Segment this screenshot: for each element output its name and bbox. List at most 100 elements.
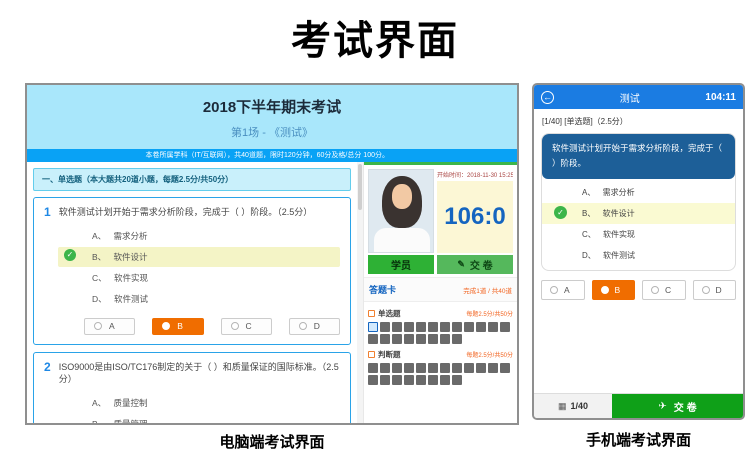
mobile-body: [1/40] [单选题]（2.5分） 软件测试计划开始于需求分析阶段，完成于（ … (534, 109, 743, 393)
submit-paper-button[interactable]: ✎ 交 卷 (437, 255, 513, 274)
answer-button[interactable]: C (642, 280, 686, 300)
option-row[interactable]: ✓ B、 质量管理 (58, 414, 340, 423)
question-number-cell[interactable] (440, 334, 450, 344)
question-number: 1 (44, 206, 51, 219)
section-score: 每题2.5分/共50分 (466, 350, 513, 359)
option-row[interactable]: ✓ B、 软件设计 (58, 247, 340, 267)
option-row[interactable]: ✓ D、 软件测试 (542, 245, 735, 266)
scrollbar[interactable] (357, 162, 363, 423)
option-row[interactable]: ✓ B、 软件设计 (542, 203, 735, 224)
question-number-cell[interactable] (416, 363, 426, 373)
question-number-cell[interactable] (380, 363, 390, 373)
panel-info: 开始时间：2018-11-30 15:25:00 106:0 (434, 169, 513, 253)
question-number-cell[interactable] (452, 363, 462, 373)
section-type-icon (368, 351, 375, 358)
question-number-cell[interactable] (416, 375, 426, 385)
option-letter: D、 (92, 294, 107, 304)
check-icon: ✓ (554, 206, 567, 219)
option-row[interactable]: ✓ A、 需求分析 (542, 182, 735, 203)
question-number-cell[interactable] (404, 334, 414, 344)
question-number-cell[interactable] (464, 363, 474, 373)
question-number-cell[interactable] (380, 375, 390, 385)
question-2: 2 ISO9000是由ISO/TC176制定的关于（ ）和质量保证的国际标准。（… (33, 352, 351, 423)
desktop-caption: 电脑端考试界面 (25, 431, 519, 452)
option-text: 软件测试 (114, 294, 148, 304)
answer-button[interactable]: B (152, 318, 203, 335)
section-label-group: 判断题 (368, 349, 401, 360)
question-number-cell[interactable] (440, 375, 450, 385)
answer-button[interactable]: C (221, 318, 272, 335)
question-number-cell[interactable] (368, 322, 378, 332)
option-row[interactable]: ✓ C、 软件实现 (542, 224, 735, 245)
question-1-answer-buttons: A B C D (84, 318, 340, 335)
question-number-cell[interactable] (452, 322, 462, 332)
answer-card-title: 答题卡 (369, 283, 396, 296)
answer-button[interactable]: D (693, 280, 737, 300)
question-number-cell[interactable] (440, 322, 450, 332)
question-number-cell[interactable] (476, 363, 486, 373)
section-type-icon (368, 310, 375, 317)
option-row[interactable]: ✓ D、 软件测试 (58, 289, 340, 309)
back-icon[interactable]: ← (541, 91, 554, 104)
radio-icon (231, 322, 239, 330)
mobile-caption: 手机端考试界面 (532, 429, 745, 450)
mobile-answer-buttons: A B C D (541, 280, 736, 300)
question-number-cell[interactable] (464, 322, 474, 332)
question-number-cell[interactable] (368, 334, 378, 344)
answer-letter: C (246, 321, 252, 331)
scrollbar-thumb[interactable] (358, 164, 362, 210)
option-row[interactable]: ✓ A、 需求分析 (58, 226, 340, 246)
question-number-cell[interactable] (392, 363, 402, 373)
question-number-cell[interactable] (392, 322, 402, 332)
question-number-cell[interactable] (380, 322, 390, 332)
question-number-cell[interactable] (404, 322, 414, 332)
question-number-cell[interactable] (452, 334, 462, 344)
answer-card-section-row: 单选题 每题2.5分/共50分 (368, 308, 513, 319)
answer-letter: A (564, 285, 570, 295)
answer-button[interactable]: A (84, 318, 135, 335)
question-number-cell[interactable] (488, 363, 498, 373)
option-row[interactable]: ✓ C、 软件实现 (58, 268, 340, 288)
question-number-cell[interactable] (392, 375, 402, 385)
question-number-cell[interactable] (380, 334, 390, 344)
answer-card-progress: 完成1道 / 共40道 (463, 285, 512, 295)
question-number-cell[interactable] (428, 363, 438, 373)
question-number-cell[interactable] (452, 375, 462, 385)
question-number-cell[interactable] (476, 322, 486, 332)
exam-side-panel: 开始时间：2018-11-30 15:25:00 106:0 学员 ✎ 交 卷 … (363, 162, 517, 423)
mobile-header: ← 测试 104:11 (534, 85, 743, 109)
option-letter: B、 (92, 252, 106, 262)
question-number-cell[interactable] (404, 363, 414, 373)
mobile-submit-button[interactable]: ✈ 交 卷 (612, 394, 743, 418)
question-number-cell[interactable] (500, 322, 510, 332)
answer-card-toggle[interactable]: ▦ 1/40 (534, 394, 612, 418)
question-number-cell[interactable] (428, 334, 438, 344)
answer-button[interactable]: B (592, 280, 636, 300)
photo-face (392, 184, 412, 209)
question-number-cell[interactable] (368, 375, 378, 385)
question-number-cell[interactable] (392, 334, 402, 344)
answer-button[interactable]: A (541, 280, 585, 300)
question-1-row: 1 软件测试计划开始于需求分析阶段，完成于（ ）阶段。（2.5分） (44, 206, 340, 219)
question-number-cell[interactable] (428, 375, 438, 385)
question-text: ISO9000是由ISO/TC176制定的关于（ ）和质量保证的国际标准。（2.… (59, 361, 340, 386)
question-1-options: ✓ A、 需求分析 ✓ B、 软件设计 ✓ C、 软件实现 ✓ (58, 226, 340, 309)
question-number-cell[interactable] (404, 375, 414, 385)
question-number-cell[interactable] (428, 322, 438, 332)
question-number-cell[interactable] (416, 334, 426, 344)
question-number-cell[interactable] (368, 363, 378, 373)
option-text: 软件设计 (603, 209, 635, 218)
question-number-cell[interactable] (416, 322, 426, 332)
submit-label: 交 卷 (674, 399, 697, 414)
radio-icon (702, 286, 710, 294)
question-number-cell[interactable] (440, 363, 450, 373)
question-1: 1 软件测试计划开始于需求分析阶段，完成于（ ）阶段。（2.5分） ✓ A、 需… (33, 197, 351, 345)
option-row[interactable]: ✓ A、 质量控制 (58, 393, 340, 413)
option-letter: C、 (92, 273, 107, 283)
question-2-options: ✓ A、 质量控制 ✓ B、 质量管理 ✓ C、 质量策划 ✓ (58, 393, 340, 423)
role-badge: 学员 (368, 255, 434, 274)
answer-button[interactable]: D (289, 318, 340, 335)
question-number-cell[interactable] (500, 363, 510, 373)
answer-card-header: 答题卡 完成1道 / 共40道 (364, 277, 517, 302)
question-number-cell[interactable] (488, 322, 498, 332)
